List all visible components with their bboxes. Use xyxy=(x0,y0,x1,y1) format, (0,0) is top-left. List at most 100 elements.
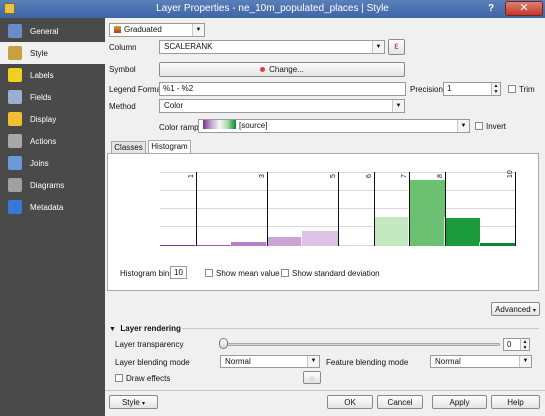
draw-effects-label: Draw effects xyxy=(126,374,171,383)
ok-button[interactable]: OK xyxy=(327,395,373,409)
precision-value: 1 xyxy=(447,84,452,93)
transparency-slider-track[interactable] xyxy=(222,343,500,346)
histogram-bar xyxy=(301,230,339,247)
class-break-line[interactable] xyxy=(444,172,446,246)
chevron-down-icon: ▼ xyxy=(192,24,204,36)
legend-format-label: Legend Format xyxy=(109,85,164,94)
histogram-bar xyxy=(194,243,233,248)
advanced-label: Advanced xyxy=(495,305,531,314)
symbol-preview-icon xyxy=(260,67,266,72)
class-break-label: 7 xyxy=(401,174,409,178)
color-ramp-value: [source] xyxy=(239,121,268,130)
feature-blending-value: Normal xyxy=(435,357,461,366)
feature-blending-label: Feature blending mode xyxy=(326,358,409,367)
layer-transparency-label: Layer transparency xyxy=(115,340,184,349)
color-ramp-label: Color ramp xyxy=(159,123,199,132)
close-button[interactable]: ✕ xyxy=(505,1,543,16)
sidebar-item-label: Fields xyxy=(30,93,52,102)
chevron-down-icon: ▼ xyxy=(307,356,319,367)
feature-blending-combo[interactable]: Normal ▼ xyxy=(430,355,532,368)
style-menu-button[interactable]: Style ▾ xyxy=(109,395,158,409)
sidebar-item-label: Labels xyxy=(30,71,54,80)
histogram-bar xyxy=(479,242,517,247)
trim-checkbox[interactable] xyxy=(508,85,516,93)
class-break-line[interactable] xyxy=(373,172,375,246)
class-break-line[interactable] xyxy=(195,172,197,246)
apply-button[interactable]: Apply xyxy=(432,395,487,409)
chevron-down-icon: ▼ xyxy=(372,41,384,53)
column-label: Column xyxy=(109,43,137,52)
sidebar-item-label: Diagrams xyxy=(30,181,65,190)
invert-checkbox[interactable] xyxy=(475,122,483,130)
join-icon xyxy=(8,156,22,170)
chevron-down-icon: ▾ xyxy=(532,308,536,314)
show-std-checkbox[interactable] xyxy=(281,269,289,277)
expression-button[interactable]: ε xyxy=(388,39,405,55)
column-value: SCALERANK xyxy=(164,42,213,51)
section-divider xyxy=(182,328,539,329)
method-combo[interactable]: Color ▼ xyxy=(159,99,405,113)
class-break-line[interactable] xyxy=(338,172,339,246)
class-break-line[interactable] xyxy=(515,172,516,246)
sidebar-item-labels[interactable]: Labels xyxy=(0,64,105,86)
class-break-line[interactable] xyxy=(409,172,411,246)
histogram-bins-input[interactable]: 10 xyxy=(170,266,187,279)
advanced-button[interactable]: Advanced ▾ xyxy=(491,302,540,316)
draw-effects-checkbox[interactable] xyxy=(115,374,123,382)
spin-down-icon[interactable]: ▼ xyxy=(520,345,529,350)
class-break-label: 1 xyxy=(187,174,195,178)
cancel-button[interactable]: Cancel xyxy=(377,395,423,409)
renderer-combo[interactable]: Graduated ▼ xyxy=(109,23,205,37)
table-icon xyxy=(8,90,22,104)
histogram-bar xyxy=(443,217,482,247)
method-value: Color xyxy=(164,101,184,110)
class-break-label: 3 xyxy=(258,174,266,178)
effects-settings-button[interactable]: ☆ xyxy=(303,371,321,384)
layer-blending-label: Layer blending mode xyxy=(115,358,190,367)
sidebar-item-general[interactable]: General xyxy=(0,20,105,42)
info-icon xyxy=(8,200,22,214)
sidebar-item-fields[interactable]: Fields xyxy=(0,86,105,108)
help-icon[interactable]: ? xyxy=(484,2,498,16)
show-mean-label: Show mean value xyxy=(216,269,280,278)
window-title: Layer Properties - ne_10m_populated_plac… xyxy=(156,3,389,14)
layer-blending-combo[interactable]: Normal ▼ xyxy=(220,355,320,368)
transparency-slider-handle[interactable] xyxy=(219,338,228,349)
change-symbol-button[interactable]: Change... xyxy=(159,62,405,77)
method-label: Method xyxy=(109,102,136,111)
sidebar-item-metadata[interactable]: Metadata xyxy=(0,196,105,218)
legend-format-input[interactable]: %1 - %2 xyxy=(159,82,406,96)
sidebar-item-joins[interactable]: Joins xyxy=(0,152,105,174)
transparency-spinbox[interactable]: 0 ▲ ▼ xyxy=(503,338,530,351)
layer-rendering-header[interactable]: ▼ Layer rendering xyxy=(109,324,181,333)
histogram-bar xyxy=(265,236,304,247)
show-mean-checkbox[interactable] xyxy=(205,269,213,277)
chevron-down-icon: ▼ xyxy=(457,120,469,132)
color-ramp-combo[interactable]: [source] ▼ xyxy=(198,119,470,133)
sidebar-item-display[interactable]: Display xyxy=(0,108,105,130)
sidebar-item-label: Joins xyxy=(30,159,49,168)
column-combo[interactable]: SCALERANK ▼ xyxy=(159,40,385,54)
tab-histogram[interactable]: Histogram xyxy=(148,140,191,154)
style-button-label: Style xyxy=(121,398,140,407)
class-break-line[interactable] xyxy=(266,172,268,246)
class-break-label: 5 xyxy=(330,174,337,178)
layer-rendering-title: Layer rendering xyxy=(120,324,181,333)
symbol-label: Symbol xyxy=(109,65,136,74)
histogram-chart[interactable]: 1 3 5 6 7 8 10 xyxy=(159,166,517,248)
precision-spinbox[interactable]: 1 ▲ ▼ xyxy=(443,82,501,96)
show-std-label: Show standard deviation xyxy=(292,269,380,278)
chevron-down-icon: ▼ xyxy=(392,100,404,112)
sidebar-item-label: General xyxy=(30,27,59,36)
class-break-label: 8 xyxy=(436,174,444,178)
chevron-down-icon: ▼ xyxy=(519,356,531,367)
sidebar-item-style[interactable]: Style xyxy=(0,42,105,64)
layer-blending-value: Normal xyxy=(225,357,251,366)
title-bar: Layer Properties - ne_10m_populated_plac… xyxy=(0,0,545,18)
help-button[interactable]: Help xyxy=(491,395,540,409)
histogram-bins-label: Histogram bins xyxy=(120,269,174,278)
sidebar-item-diagrams[interactable]: Diagrams xyxy=(0,174,105,196)
sidebar-item-actions[interactable]: Actions xyxy=(0,130,105,152)
spin-down-icon[interactable]: ▼ xyxy=(491,89,500,95)
trim-label: Trim xyxy=(519,85,535,94)
